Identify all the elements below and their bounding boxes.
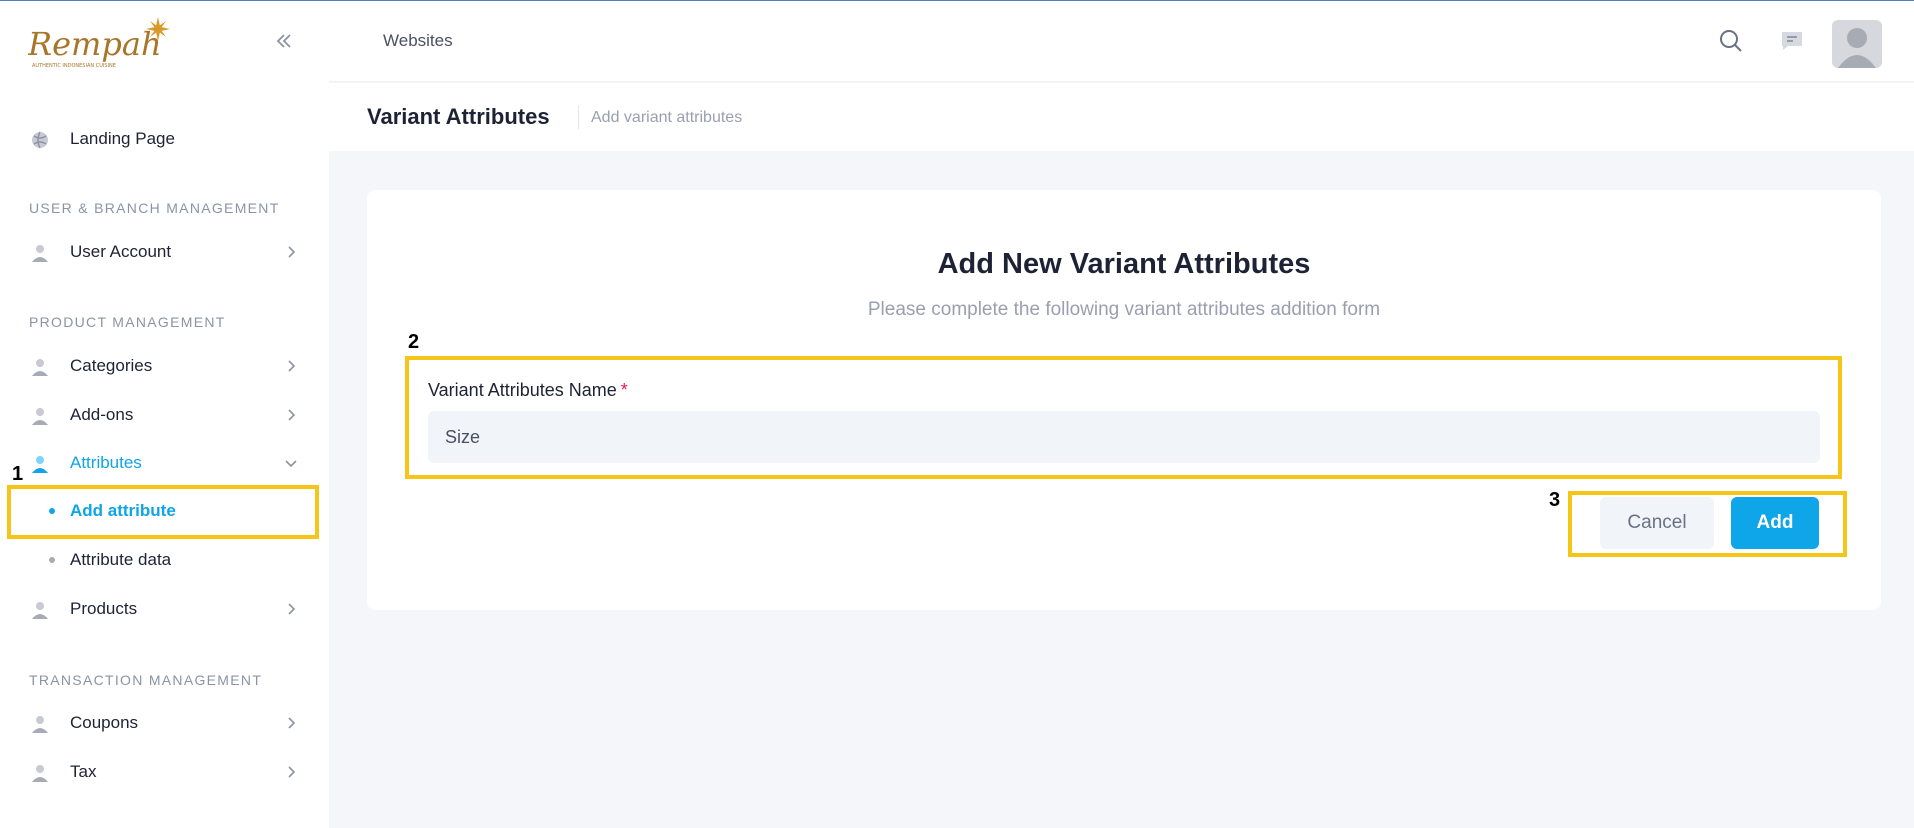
sidebar-item-label: User Account (70, 242, 172, 261)
messages-button[interactable] (1774, 23, 1810, 59)
sidebar-subitem-attribute-data[interactable]: Attribute data (10, 537, 316, 583)
breadcrumb-websites[interactable]: Websites (383, 31, 453, 51)
user-icon (32, 456, 48, 473)
bullet-dot-icon (49, 508, 55, 514)
field-label-text: Variant Attributes Name (428, 380, 617, 400)
sidebar-item-products[interactable]: Products (0, 587, 329, 631)
sidebar-item-label: Landing Page (70, 129, 175, 148)
section-label-transaction: TRANSACTION MANAGEMENT (29, 672, 263, 688)
annotation-number-3: 3 (1549, 489, 1561, 511)
search-icon (1720, 30, 1742, 52)
cancel-button[interactable]: Cancel (1600, 497, 1714, 549)
avatar-placeholder-icon (1838, 28, 1876, 68)
user-icon (32, 245, 48, 262)
section-label-product: PRODUCT MANAGEMENT (29, 314, 226, 330)
page-titlebar: Variant Attributes Add variant attribute… (329, 83, 1914, 151)
user-avatar[interactable] (1832, 20, 1882, 68)
user-icon (32, 716, 48, 733)
chevron-right-icon (288, 409, 296, 421)
sidebar-item-categories[interactable]: Categories (0, 344, 329, 388)
chevron-right-icon (288, 603, 296, 615)
rempah-logo[interactable]: Rempah AUTHENTIC INDONESIAN CUISINE (27, 15, 180, 71)
chevron-down-icon (285, 460, 297, 468)
sidebar-item-addons[interactable]: Add-ons (0, 393, 329, 437)
sidebar-subitem-label: Attribute data (70, 550, 172, 569)
sidebar-item-user-account[interactable]: User Account (0, 230, 329, 274)
section-label-user-branch: USER & BRANCH MANAGEMENT (29, 200, 280, 216)
user-icon (32, 602, 48, 619)
sidebar-item-label: Products (70, 599, 138, 618)
chevron-right-icon (288, 246, 296, 258)
page-subtitle: Add variant attributes (591, 109, 743, 126)
sidebar-item-attributes[interactable]: Attributes (0, 441, 329, 485)
top-header: Websites (329, 1, 1914, 82)
sidebar-item-label: Coupons (70, 713, 139, 732)
user-icon (32, 359, 48, 376)
sidebar-item-label: Tax (70, 762, 97, 781)
svg-text:Rempah: Rempah (28, 25, 162, 63)
form-title: Add New Variant Attributes (937, 248, 1311, 280)
form-subtitle: Please complete the following variant at… (867, 299, 1381, 320)
svg-text:AUTHENTIC INDONESIAN CUISINE: AUTHENTIC INDONESIAN CUISINE (32, 63, 116, 69)
user-icon (32, 408, 48, 425)
page-title: Variant Attributes (367, 104, 550, 129)
double-chevron-left-icon (276, 34, 291, 48)
required-marker: * (620, 380, 628, 400)
user-icon (32, 765, 48, 782)
annotation-number-2: 2 (408, 331, 420, 353)
chevron-right-icon (288, 360, 296, 372)
sidebar-item-tax[interactable]: Tax (0, 750, 329, 794)
title-separator (578, 105, 579, 129)
globe-icon (32, 131, 48, 149)
variant-attributes-name-input[interactable] (428, 411, 1820, 463)
chat-icon (1782, 32, 1802, 50)
sidebar-item-label: Add-ons (70, 405, 134, 424)
search-button[interactable] (1713, 23, 1749, 59)
chevron-right-icon (288, 766, 296, 778)
add-button[interactable]: Add (1731, 497, 1819, 549)
sidebar-subitem-add-attribute[interactable]: Add attribute (10, 488, 316, 534)
sidebar-subitem-label: Add attribute (70, 501, 176, 520)
bullet-dot-icon (49, 557, 55, 563)
sidebar-item-label: Categories (70, 356, 153, 375)
logo-graphic: Rempah AUTHENTIC INDONESIAN CUISINE (27, 17, 170, 69)
sidebar: Rempah AUTHENTIC INDONESIAN CUISINE Land… (0, 1, 329, 828)
sidebar-item-landing-page[interactable]: Landing Page (0, 117, 329, 161)
sidebar-item-coupons[interactable]: Coupons (0, 701, 329, 745)
annotation-number-1: 1 (12, 463, 24, 485)
chevron-right-icon (288, 717, 296, 729)
variant-attributes-name-label: Variant Attributes Name * (428, 380, 628, 401)
form-card: Add New Variant Attributes Please comple… (367, 190, 1881, 610)
sidebar-item-label: Attributes (70, 453, 142, 472)
collapse-sidebar-button[interactable] (272, 29, 296, 53)
